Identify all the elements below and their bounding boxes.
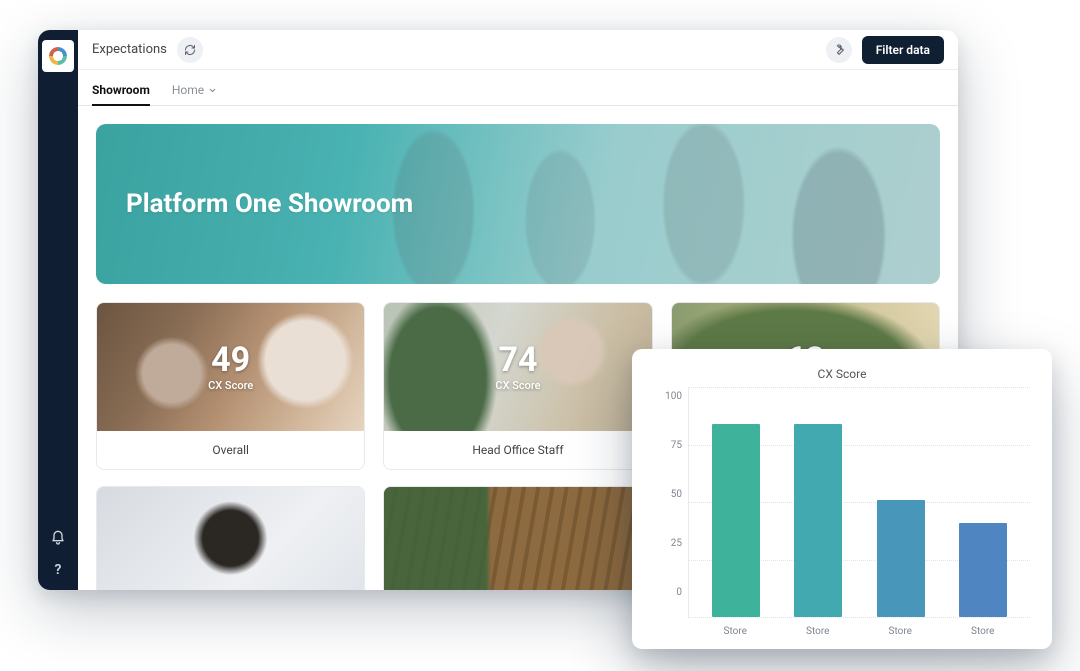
- cx-score-chart-card: CX Score 100 75 50 25 0 StoreStoreStoreS…: [632, 349, 1052, 649]
- chart-bars: [689, 387, 1030, 617]
- score-card-head-office[interactable]: 74 CX Score Head Office Staff: [383, 302, 652, 470]
- refresh-button[interactable]: [177, 37, 203, 63]
- score-card-5[interactable]: [383, 486, 652, 590]
- chevron-down-icon: [208, 86, 217, 95]
- app-logo[interactable]: [42, 40, 74, 72]
- chart-bar: [794, 424, 842, 617]
- card-image: [384, 487, 651, 590]
- card-image: [97, 487, 364, 590]
- chart-title: CX Score: [654, 367, 1030, 381]
- x-tick: Store: [806, 626, 829, 637]
- wrench-icon: [832, 43, 845, 56]
- top-bar: Expectations Filter data: [78, 30, 958, 70]
- hero-banner: Platform One Showroom: [96, 124, 940, 284]
- x-tick: Store: [889, 626, 912, 637]
- tab-home[interactable]: Home: [172, 83, 217, 105]
- x-tick: Store: [724, 626, 747, 637]
- y-tick: 75: [671, 440, 682, 451]
- chart-bar: [712, 424, 760, 617]
- hero-title: Platform One Showroom: [126, 189, 413, 219]
- chart-x-axis: Store Store Store Store: [654, 618, 1030, 637]
- chart-body: 100 75 50 25 0: [654, 387, 1030, 618]
- chart-plot-area: [688, 387, 1030, 618]
- card-caption: Overall: [97, 431, 364, 469]
- y-tick: 25: [671, 538, 682, 549]
- chart-bar: [959, 523, 1007, 617]
- card-image: 74 CX Score: [384, 303, 651, 431]
- score-card-4[interactable]: [96, 486, 365, 590]
- x-tick: Store: [971, 626, 994, 637]
- score-card-overall[interactable]: 49 CX Score Overall: [96, 302, 365, 470]
- page-title: Expectations: [92, 42, 167, 57]
- card-image: 49 CX Score: [97, 303, 364, 431]
- chart-y-axis: 100 75 50 25 0: [654, 387, 688, 618]
- card-score: 49: [211, 343, 250, 377]
- y-tick: 0: [676, 587, 682, 598]
- card-score-label: CX Score: [495, 379, 540, 392]
- bell-icon[interactable]: [50, 530, 66, 546]
- tab-showroom[interactable]: Showroom: [92, 83, 150, 106]
- tab-label: Showroom: [92, 83, 150, 97]
- y-tick: 50: [671, 489, 682, 500]
- card-caption: Head Office Staff: [384, 431, 651, 469]
- chart-bar: [877, 500, 925, 617]
- refresh-icon: [184, 44, 196, 56]
- filter-data-button[interactable]: Filter data: [862, 36, 944, 64]
- y-tick: 100: [665, 391, 682, 402]
- logo-ring-icon: [49, 47, 67, 65]
- side-rail: ?: [38, 30, 78, 590]
- card-score: 74: [498, 343, 537, 377]
- tab-bar: Showroom Home: [78, 70, 958, 106]
- tab-label: Home: [172, 83, 204, 97]
- settings-button[interactable]: [826, 37, 852, 63]
- card-score-label: CX Score: [208, 379, 253, 392]
- help-icon[interactable]: ?: [55, 562, 62, 578]
